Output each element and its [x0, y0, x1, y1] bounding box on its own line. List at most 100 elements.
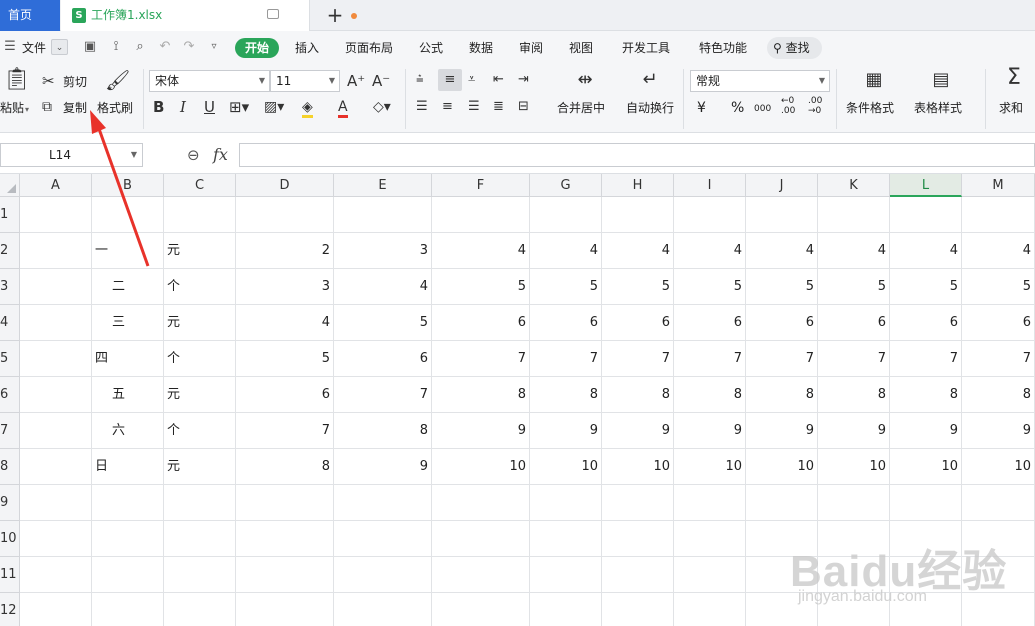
cell-d2[interactable]: 2 [236, 233, 334, 269]
cell-c2[interactable]: 元 [164, 233, 236, 269]
wrap-text-button[interactable]: 自动换行 [626, 100, 674, 116]
format-painter-button[interactable]: 格式刷 [97, 100, 133, 116]
cell-g9[interactable] [530, 485, 602, 521]
monitor-icon[interactable] [267, 9, 279, 19]
cell-h11[interactable] [602, 557, 674, 593]
cell-d8[interactable]: 8 [236, 449, 334, 485]
cell-f9[interactable] [432, 485, 530, 521]
cell-j2[interactable]: 4 [746, 233, 818, 269]
cell-f8[interactable]: 10 [432, 449, 530, 485]
number-format-select[interactable]: 常规 ▼ [690, 70, 830, 92]
cell-d1[interactable] [236, 197, 334, 233]
table-style-icon[interactable]: ▤ [930, 71, 952, 89]
cell-i4[interactable]: 6 [674, 305, 746, 341]
formula-input[interactable] [239, 143, 1035, 167]
underline-icon[interactable]: U [204, 98, 215, 116]
wrap-text-icon[interactable]: ↵ [638, 71, 662, 89]
save-icon[interactable]: ▣ [82, 39, 98, 55]
row-header-7[interactable]: 7 [0, 413, 20, 449]
cell-b9[interactable] [92, 485, 164, 521]
column-header-g[interactable]: G [530, 174, 602, 197]
format-painter-icon[interactable]: 🖌︎ [105, 70, 130, 90]
cell-m8[interactable]: 10 [962, 449, 1035, 485]
cell-l9[interactable] [890, 485, 962, 521]
font-color-icon[interactable]: A [338, 98, 348, 118]
row-header-9[interactable]: 9 [0, 485, 20, 521]
cell-e1[interactable] [334, 197, 432, 233]
tab-developer[interactable]: 开发工具 [622, 38, 670, 58]
cell-j7[interactable]: 9 [746, 413, 818, 449]
cell-k7[interactable]: 9 [818, 413, 890, 449]
cell-l2[interactable]: 4 [890, 233, 962, 269]
cell-e2[interactable]: 3 [334, 233, 432, 269]
column-header-c[interactable]: C [164, 174, 236, 197]
cell-f12[interactable] [432, 593, 530, 626]
cell-j11[interactable] [746, 557, 818, 593]
cell-k12[interactable] [818, 593, 890, 626]
cell-c12[interactable] [164, 593, 236, 626]
cell-j12[interactable] [746, 593, 818, 626]
cell-b4[interactable]: 三 [92, 305, 164, 341]
merge-center-button[interactable]: 合并居中 [557, 100, 605, 116]
spreadsheet-grid[interactable]: ABCDEFGHIJKLM12一元23444444443二个3455555555… [0, 174, 1035, 626]
cell-a8[interactable] [20, 449, 92, 485]
cell-e4[interactable]: 5 [334, 305, 432, 341]
increase-indent-icon[interactable]: ⇥ [518, 71, 529, 89]
cell-a4[interactable] [20, 305, 92, 341]
increase-decimal-button[interactable]: ←0 .00 [781, 96, 801, 116]
cell-e6[interactable]: 7 [334, 377, 432, 413]
cell-j4[interactable]: 6 [746, 305, 818, 341]
borders-icon[interactable]: ⊞▾ [229, 98, 249, 116]
cell-k5[interactable]: 7 [818, 341, 890, 377]
cell-c7[interactable]: 个 [164, 413, 236, 449]
cell-m12[interactable] [962, 593, 1035, 626]
cell-e10[interactable] [334, 521, 432, 557]
cell-h1[interactable] [602, 197, 674, 233]
cell-j9[interactable] [746, 485, 818, 521]
cell-b3[interactable]: 二 [92, 269, 164, 305]
cell-i3[interactable]: 5 [674, 269, 746, 305]
row-header-6[interactable]: 6 [0, 377, 20, 413]
cell-h10[interactable] [602, 521, 674, 557]
cell-l8[interactable]: 10 [890, 449, 962, 485]
customize-toolbar-icon[interactable]: ▿ [206, 39, 222, 55]
cell-g1[interactable] [530, 197, 602, 233]
row-header-12[interactable]: 12 [0, 593, 20, 626]
export-icon[interactable]: ⟟ [108, 39, 124, 55]
cell-a7[interactable] [20, 413, 92, 449]
cell-d10[interactable] [236, 521, 334, 557]
cell-g5[interactable]: 7 [530, 341, 602, 377]
sum-icon[interactable]: Σ [1004, 67, 1024, 89]
paste-icon[interactable]: 📋︎ [3, 69, 31, 97]
copy-icon[interactable]: ⧉ [42, 98, 52, 116]
cell-h4[interactable]: 6 [602, 305, 674, 341]
cell-a6[interactable] [20, 377, 92, 413]
cell-l6[interactable]: 8 [890, 377, 962, 413]
paste-button[interactable]: 粘贴 [0, 100, 24, 116]
sum-button[interactable]: 求和 [999, 100, 1023, 116]
cell-c8[interactable]: 元 [164, 449, 236, 485]
cell-f1[interactable] [432, 197, 530, 233]
row-header-2[interactable]: 2 [0, 233, 20, 269]
column-header-b[interactable]: B [92, 174, 164, 197]
cell-e8[interactable]: 9 [334, 449, 432, 485]
file-menu-dropdown-icon[interactable]: ⌄ [51, 39, 68, 55]
cell-a3[interactable] [20, 269, 92, 305]
cell-c10[interactable] [164, 521, 236, 557]
bold-icon[interactable]: B [153, 98, 164, 116]
row-header-3[interactable]: 3 [0, 269, 20, 305]
cell-e7[interactable]: 8 [334, 413, 432, 449]
cell-g6[interactable]: 8 [530, 377, 602, 413]
tab-start[interactable]: 开始 [235, 38, 279, 58]
font-name-select[interactable]: 宋体 ▼ [149, 70, 270, 92]
undo-icon[interactable]: ↶ [157, 39, 173, 55]
tab-data[interactable]: 数据 [469, 38, 493, 58]
cell-d11[interactable] [236, 557, 334, 593]
function-icon[interactable]: fx [213, 145, 228, 164]
cell-m7[interactable]: 9 [962, 413, 1035, 449]
cell-d9[interactable] [236, 485, 334, 521]
align-middle-icon[interactable]: ≡ [438, 69, 462, 91]
cell-i2[interactable]: 4 [674, 233, 746, 269]
cell-i1[interactable] [674, 197, 746, 233]
cell-i12[interactable] [674, 593, 746, 626]
